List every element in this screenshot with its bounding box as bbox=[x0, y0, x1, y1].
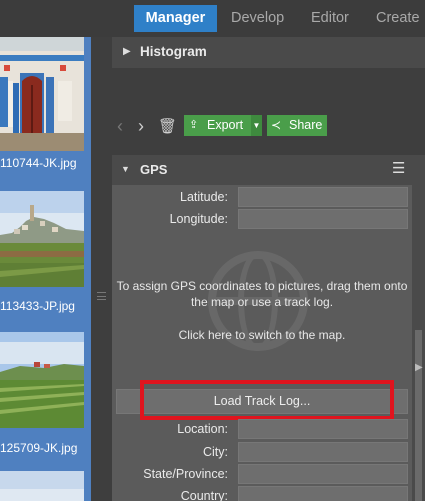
longitude-field[interactable] bbox=[238, 209, 408, 229]
thumbnail-image bbox=[0, 37, 84, 151]
gps-info-line1: To assign GPS coordinates to pictures, d… bbox=[116, 279, 408, 293]
tab-manager[interactable]: Manager bbox=[134, 5, 217, 32]
collapse-arrow-icon: ▼ bbox=[121, 164, 130, 174]
tab-editor[interactable]: Editor bbox=[311, 5, 367, 32]
latitude-label: Latitude: bbox=[180, 190, 228, 204]
gps-title: GPS bbox=[140, 162, 168, 177]
right-panel: ▶ Histogram ‹ › 🗑 ⇪ Export ▼ ≺ Share ↶ ↷… bbox=[112, 37, 425, 501]
splitter-grip[interactable] bbox=[97, 292, 106, 300]
filmstrip-item[interactable]: 110744-JK.jpg bbox=[0, 37, 84, 172]
longitude-label: Longitude: bbox=[169, 212, 228, 226]
switch-to-map-link[interactable]: Click here to switch to the map. bbox=[112, 327, 412, 343]
filmstrip: 110744-JK.jpg 113433-JP.jpg 125709-JK.jp… bbox=[0, 37, 91, 501]
country-label: Country: bbox=[180, 489, 228, 501]
vertical-scrollbar[interactable] bbox=[412, 155, 425, 501]
arrow-left-icon[interactable]: ‹ bbox=[117, 117, 123, 135]
highlight-box bbox=[140, 380, 394, 420]
top-tab-bar: Manager Develop Editor Create bbox=[0, 0, 425, 37]
thumbnail-image bbox=[0, 191, 84, 287]
share-icon: ≺ bbox=[271, 118, 282, 132]
histogram-header[interactable]: ▶ Histogram bbox=[112, 37, 425, 68]
thumbnail-filename: 110744-JK.jpg bbox=[0, 156, 77, 170]
city-label: City: bbox=[203, 445, 228, 459]
thumbnail-image bbox=[0, 332, 84, 428]
state-label: State/Province: bbox=[143, 467, 228, 481]
share-button[interactable]: ≺ Share bbox=[267, 115, 327, 136]
filmstrip-item[interactable] bbox=[0, 471, 84, 501]
tab-develop[interactable]: Develop bbox=[231, 5, 301, 32]
panel-splitter[interactable] bbox=[91, 37, 112, 501]
location-field[interactable] bbox=[238, 419, 408, 439]
state-field[interactable] bbox=[238, 464, 408, 484]
scrollbar-thumb[interactable] bbox=[415, 330, 422, 501]
gps-info-line2: the map or use a track log. bbox=[190, 295, 334, 309]
trash-icon[interactable]: 🗑 bbox=[158, 119, 177, 135]
expand-panel-arrow-icon[interactable]: ▶ bbox=[415, 362, 423, 373]
city-field[interactable] bbox=[238, 442, 408, 462]
export-dropdown-button[interactable]: ▼ bbox=[251, 115, 262, 136]
gps-header[interactable]: ▼ GPS ☰ bbox=[112, 155, 412, 185]
export-label: Export bbox=[207, 118, 244, 132]
filmstrip-item[interactable]: 125709-JK.jpg bbox=[0, 332, 84, 457]
share-label: Share bbox=[289, 118, 323, 132]
country-field[interactable] bbox=[238, 486, 408, 501]
thumbnail-image bbox=[0, 471, 84, 501]
toolbar: ‹ › 🗑 ⇪ Export ▼ ≺ Share ↶ ↷ ⧉ ⧉ ⧉ ⚒ ◓ ▼… bbox=[112, 68, 425, 172]
export-icon: ⇪ bbox=[189, 119, 199, 131]
location-label: Location: bbox=[177, 422, 228, 436]
thumbnail-filename: 113433-JP.jpg bbox=[0, 299, 75, 313]
thumbnail-filename: 125709-JK.jpg bbox=[0, 441, 78, 455]
expand-arrow-icon: ▶ bbox=[123, 46, 131, 57]
filmstrip-item[interactable]: 113433-JP.jpg bbox=[0, 191, 84, 313]
arrow-right-icon[interactable]: › bbox=[138, 117, 144, 135]
tab-create[interactable]: Create bbox=[376, 5, 425, 32]
histogram-title: Histogram bbox=[140, 44, 207, 59]
latitude-field[interactable] bbox=[238, 187, 408, 207]
menu-icon[interactable]: ☰ bbox=[392, 159, 405, 177]
